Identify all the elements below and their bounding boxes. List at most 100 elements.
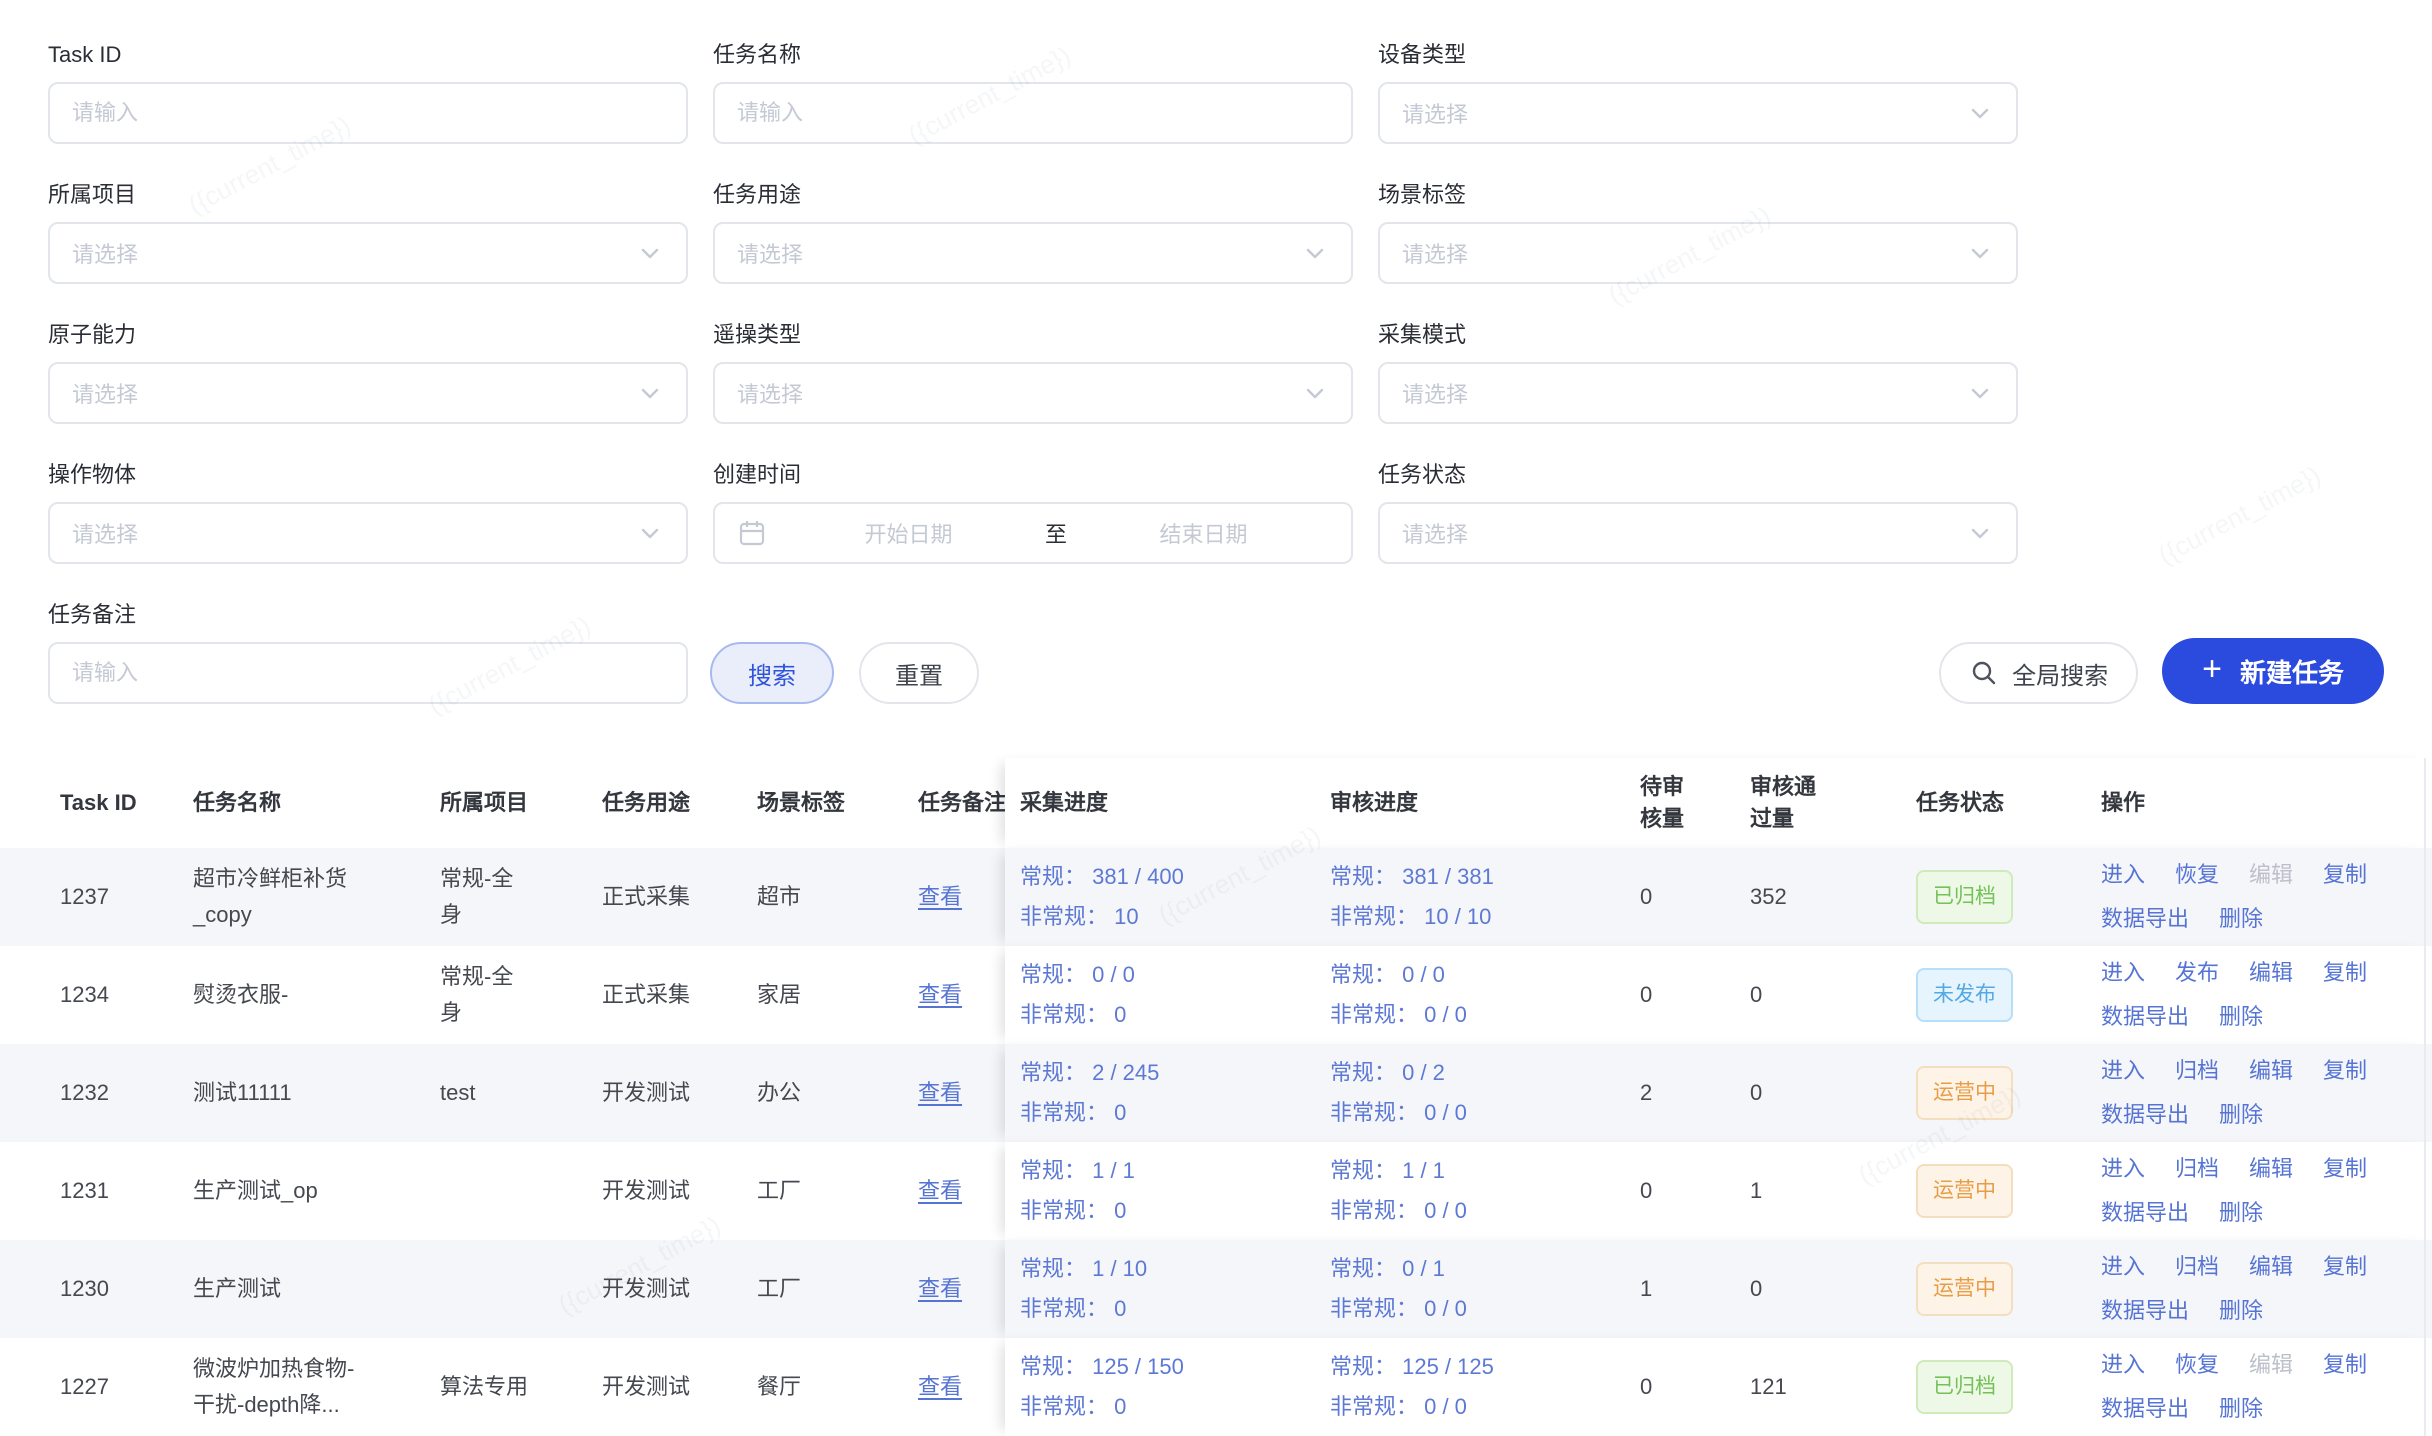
cell-status: 已归档 — [1916, 1360, 2101, 1414]
cell-pending-count: 2 — [1640, 1075, 1750, 1111]
filter-field-project: 所属项目 请选择 — [48, 180, 688, 284]
cell-task-id: 1230 — [60, 1271, 193, 1307]
cell-note: 查看 — [918, 1271, 1005, 1307]
action-enter-link[interactable]: 进入 — [2101, 860, 2145, 890]
field-label: Task ID — [48, 40, 688, 70]
cell-collect-progress: 常规： 125 / 150 非常规： 0 — [1020, 1347, 1330, 1427]
object-select[interactable]: 请选择 — [48, 502, 688, 564]
action-enter-link[interactable]: 进入 — [2101, 1252, 2145, 1282]
new-task-button[interactable]: + 新建任务 — [2162, 638, 2384, 704]
action-archive-link[interactable]: 归档 — [2175, 1252, 2219, 1282]
action-archive-link[interactable]: 归档 — [2175, 1154, 2219, 1184]
action-copy-link[interactable]: 复制 — [2323, 1154, 2367, 1184]
action-enter-link[interactable]: 进入 — [2101, 1350, 2145, 1380]
cell-review-progress: 常规： 0 / 1 非常规： 0 / 0 — [1330, 1249, 1640, 1329]
start-date-placeholder[interactable]: 开始日期 — [783, 517, 1034, 549]
col-header-review: 审核进度 — [1330, 787, 1640, 819]
chevron-down-icon — [636, 379, 664, 407]
action-export-link[interactable]: 数据导出 — [2101, 1394, 2189, 1424]
table-row: 1234 熨烫衣服- 常规-全身 正式采集 家居 查看 常规： 0 / 0 非常… — [0, 946, 2432, 1044]
cell-note: 查看 — [918, 1369, 1005, 1405]
action-delete-link[interactable]: 删除 — [2219, 1296, 2263, 1326]
action-export-link[interactable]: 数据导出 — [2101, 1296, 2189, 1326]
cell-scene: 工厂 — [757, 1271, 918, 1307]
action-archive-link[interactable]: 归档 — [2175, 1056, 2219, 1086]
action-edit-link[interactable]: 编辑 — [2249, 1154, 2293, 1184]
select-placeholder: 请选择 — [737, 377, 803, 409]
search-button[interactable]: 搜索 — [710, 642, 834, 704]
action-copy-link[interactable]: 复制 — [2323, 1056, 2367, 1086]
action-edit-link[interactable]: 编辑 — [2249, 1056, 2293, 1086]
view-note-link[interactable]: 查看 — [918, 1374, 962, 1399]
col-header-name: 任务名称 — [193, 787, 440, 819]
table-body: 1237 超市冷鲜柜补货_copy 常规-全身 正式采集 超市 查看 常规： 3… — [0, 848, 2432, 1436]
action-enter-link[interactable]: 进入 — [2101, 1154, 2145, 1184]
plus-icon: + — [2202, 652, 2222, 686]
collect-mode-select[interactable]: 请选择 — [1378, 362, 2018, 424]
action-copy-link[interactable]: 复制 — [2323, 1350, 2367, 1380]
table-row: 1237 超市冷鲜柜补货_copy 常规-全身 正式采集 超市 查看 常规： 3… — [0, 848, 2432, 946]
action-copy-link[interactable]: 复制 — [2323, 1252, 2367, 1282]
task-id-input[interactable] — [72, 100, 664, 126]
action-enter-link[interactable]: 进入 — [2101, 1056, 2145, 1086]
action-publish-link[interactable]: 发布 — [2175, 958, 2219, 988]
action-export-link[interactable]: 数据导出 — [2101, 1198, 2189, 1228]
reset-button[interactable]: 重置 — [859, 642, 979, 704]
select-placeholder: 请选择 — [72, 237, 138, 269]
cell-pending-count: 0 — [1640, 1173, 1750, 1209]
table-row: 1231 生产测试_op 开发测试 工厂 查看 常规： 1 / 1 非常规： 0… — [0, 1142, 2432, 1240]
view-note-link[interactable]: 查看 — [918, 884, 962, 909]
action-delete-link[interactable]: 删除 — [2219, 1100, 2263, 1130]
action-delete-link[interactable]: 删除 — [2219, 1198, 2263, 1228]
status-badge: 运营中 — [1916, 1066, 2013, 1120]
cell-purpose: 正式采集 — [602, 879, 757, 915]
filter-grid: Task ID 任务名称 设备类型 请选择 所属项目 请选择 — [48, 40, 2384, 564]
cell-project: 常规-全身 — [440, 959, 550, 1031]
cell-task-name: 超市冷鲜柜补货_copy — [193, 861, 378, 933]
project-select[interactable]: 请选择 — [48, 222, 688, 284]
field-label: 任务用途 — [713, 180, 1353, 210]
action-export-link[interactable]: 数据导出 — [2101, 1002, 2189, 1032]
task-note-input[interactable] — [72, 660, 664, 686]
cell-status: 运营中 — [1916, 1066, 2101, 1120]
calendar-icon — [737, 518, 783, 548]
view-note-link[interactable]: 查看 — [918, 1178, 962, 1203]
device-type-select[interactable]: 请选择 — [1378, 82, 2018, 144]
task-name-input[interactable] — [737, 100, 1329, 126]
view-note-link[interactable]: 查看 — [918, 1080, 962, 1105]
status-badge: 运营中 — [1916, 1262, 2013, 1316]
purpose-select[interactable]: 请选择 — [713, 222, 1353, 284]
action-edit-link[interactable]: 编辑 — [2249, 958, 2293, 988]
chevron-down-icon — [1966, 519, 1994, 547]
action-delete-link[interactable]: 删除 — [2219, 904, 2263, 934]
view-note-link[interactable]: 查看 — [918, 1276, 962, 1301]
task-name-input-wrap — [713, 82, 1353, 144]
view-note-link[interactable]: 查看 — [918, 982, 962, 1007]
field-label: 原子能力 — [48, 320, 688, 350]
action-export-link[interactable]: 数据导出 — [2101, 904, 2189, 934]
action-copy-link[interactable]: 复制 — [2323, 860, 2367, 890]
cell-actions: 进入 恢复 编辑 复制 数据导出 删除 — [2101, 860, 2401, 934]
field-label: 任务备注 — [48, 600, 688, 630]
action-delete-link[interactable]: 删除 — [2219, 1394, 2263, 1424]
teleop-type-select[interactable]: 请选择 — [713, 362, 1353, 424]
atomic-ability-select[interactable]: 请选择 — [48, 362, 688, 424]
task-status-select[interactable]: 请选择 — [1378, 502, 2018, 564]
global-search-button[interactable]: 全局搜索 — [1939, 642, 2138, 704]
cell-note: 查看 — [918, 1173, 1005, 1209]
action-restore-link[interactable]: 恢复 — [2175, 860, 2219, 890]
action-edit-link[interactable]: 编辑 — [2249, 1252, 2293, 1282]
filter-field-purpose: 任务用途 请选择 — [713, 180, 1353, 284]
action-copy-link[interactable]: 复制 — [2323, 958, 2367, 988]
date-range-picker[interactable]: 开始日期 至 结束日期 — [713, 502, 1353, 564]
task-table: Task ID 任务名称 所属项目 任务用途 场景标签 任务备注 采集进度 审核… — [0, 758, 2432, 1436]
scene-tag-select[interactable]: 请选择 — [1378, 222, 2018, 284]
action-export-link[interactable]: 数据导出 — [2101, 1100, 2189, 1130]
action-delete-link[interactable]: 删除 — [2219, 1002, 2263, 1032]
cell-purpose: 开发测试 — [602, 1369, 757, 1405]
end-date-placeholder[interactable]: 结束日期 — [1078, 517, 1329, 549]
cell-review-progress: 常规： 1 / 1 非常规： 0 / 0 — [1330, 1151, 1640, 1231]
filter-field-task-id: Task ID — [48, 40, 688, 144]
action-enter-link[interactable]: 进入 — [2101, 958, 2145, 988]
action-restore-link[interactable]: 恢复 — [2175, 1350, 2219, 1380]
